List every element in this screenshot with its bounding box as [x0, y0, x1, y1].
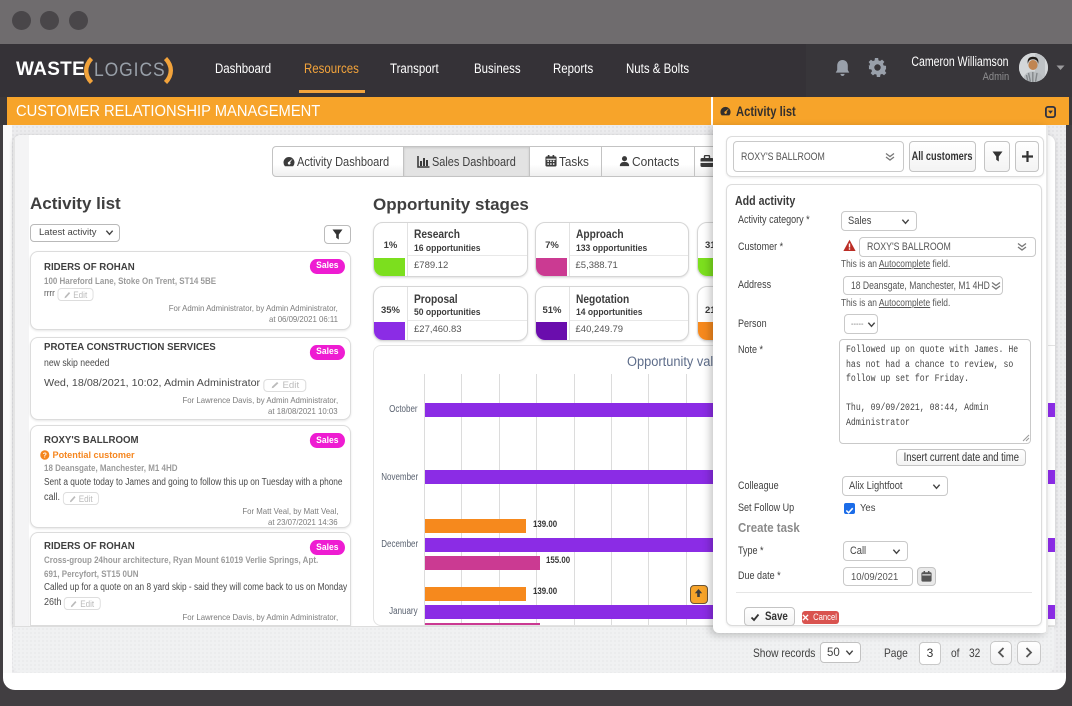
svg-text:?: ?	[43, 452, 47, 459]
